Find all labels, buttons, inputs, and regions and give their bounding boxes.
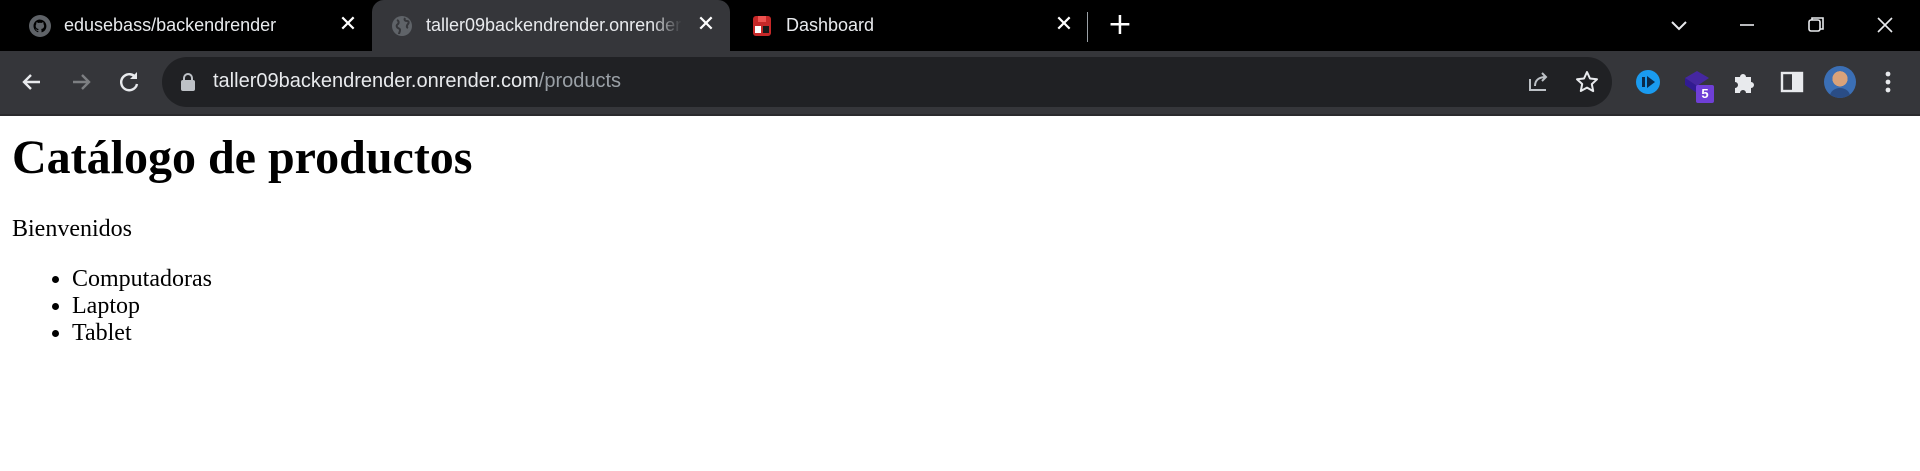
github-icon (29, 15, 51, 37)
list-item: Computadoras (72, 266, 212, 293)
close-tab-icon[interactable]: ✕ (336, 13, 360, 37)
extensions-puzzle-icon[interactable] (1728, 66, 1760, 98)
tab-separator (1087, 12, 1088, 42)
page-content: Catálogo de productos Bienvenidos Comput… (0, 116, 1920, 471)
close-tab-icon[interactable]: ✕ (694, 13, 718, 37)
extension-badge: 5 (1696, 85, 1714, 103)
side-panel-icon[interactable] (1776, 66, 1808, 98)
globe-icon (392, 16, 412, 36)
product-list: Computadoras Laptop Tablet (12, 266, 212, 347)
list-item: Laptop (72, 293, 212, 320)
list-item: Tablet (72, 320, 212, 347)
reload-icon[interactable] (113, 66, 145, 98)
forward-icon[interactable] (65, 66, 97, 98)
url-path: /products (538, 70, 622, 92)
tab-products[interactable]: taller09backendrender.onrender.com/produ… (372, 0, 730, 51)
extension-player-icon[interactable] (1632, 66, 1664, 98)
back-icon[interactable] (16, 66, 48, 98)
bookmark-star-icon[interactable] (1573, 68, 1601, 96)
lock-icon[interactable] (179, 72, 197, 92)
share-icon[interactable] (1525, 68, 1553, 96)
tab-github[interactable]: edusebass/backendrender ✕ (10, 0, 370, 51)
welcome-text: Bienvenidos (12, 216, 132, 242)
tab-label: Dashboard (786, 15, 875, 35)
profile-avatar[interactable] (1824, 66, 1856, 98)
tab-strip: edusebass/backendrender ✕ taller09backen… (0, 0, 1920, 51)
url-text[interactable]: taller09backendrender.onrender.com/produ… (213, 70, 621, 93)
tab-search-chevron-icon[interactable] (1664, 10, 1694, 40)
close-window-icon[interactable] (1870, 10, 1900, 40)
render-icon (753, 16, 771, 36)
close-tab-icon[interactable]: ✕ (1052, 13, 1076, 37)
minimize-icon[interactable] (1732, 10, 1762, 40)
kebab-menu-icon[interactable] (1872, 66, 1904, 98)
restore-icon[interactable] (1801, 10, 1831, 40)
url-host: taller09backendrender.onrender.com (213, 70, 539, 92)
tab-dashboard[interactable]: Dashboard ✕ (732, 0, 1088, 51)
new-tab-button[interactable]: + (1106, 10, 1134, 40)
tab-label: edusebass/backendrender (64, 15, 277, 35)
tab-label: taller09backendrender.onrender.com/produ… (426, 15, 682, 35)
page-title: Catálogo de productos (12, 131, 473, 184)
